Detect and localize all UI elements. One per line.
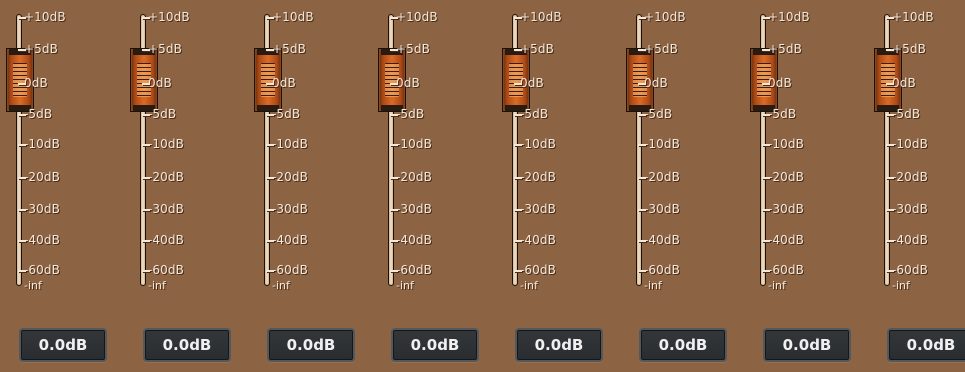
scale-label-minus30: -30dB: [514, 202, 556, 216]
mixer-channel-1: +10dB +5dB 0dB -5dB -10dB -20dB -30dB -4…: [0, 0, 124, 372]
scale-label-minus20: -20dB: [390, 170, 432, 184]
channel-value-display[interactable]: 0.0dB: [763, 328, 851, 362]
scale-label-minus-inf: -inf: [644, 279, 662, 292]
scale-label-minus10: -10dB: [390, 137, 432, 151]
mixer-channel-4: +10dB +5dB 0dB -5dB -10dB -20dB -30dB -4…: [372, 0, 496, 372]
scale-label-minus60: -60dB: [514, 263, 556, 277]
scale-label-0: 0dB: [18, 76, 48, 90]
scale-label-plus5: +5dB: [142, 42, 182, 56]
channel-value-display[interactable]: 0.0dB: [887, 328, 965, 362]
scale-label-plus10: +10dB: [390, 10, 438, 24]
scale-label-plus5: +5dB: [514, 42, 554, 56]
scale-label-minus40: -40dB: [18, 233, 60, 247]
scale-label-minus30: -30dB: [142, 202, 184, 216]
scale-label-minus-inf: -inf: [148, 279, 166, 292]
scale-label-minus20: -20dB: [886, 170, 928, 184]
scale-label-minus10: -10dB: [18, 137, 60, 151]
channel-value-display[interactable]: 0.0dB: [19, 328, 107, 362]
scale-label-0: 0dB: [514, 76, 544, 90]
scale-label-minus5: -5dB: [141, 107, 177, 121]
scale-label-plus10: +10dB: [886, 10, 934, 24]
channel-value-display[interactable]: 0.0dB: [515, 328, 603, 362]
scale-label-minus5: -5dB: [389, 107, 425, 121]
scale-label-minus5: -5dB: [513, 107, 549, 121]
scale-label-plus10: +10dB: [514, 10, 562, 24]
scale-label-minus40: -40dB: [514, 233, 556, 247]
scale-label-minus60: -60dB: [266, 263, 308, 277]
scale-label-plus5: +5dB: [18, 42, 58, 56]
mixer-channel-2: +10dB +5dB 0dB -5dB -10dB -20dB -30dB -4…: [124, 0, 248, 372]
scale-label-minus-inf: -inf: [892, 279, 910, 292]
scale-label-minus-inf: -inf: [768, 279, 786, 292]
scale-label-minus10: -10dB: [886, 137, 928, 151]
scale-label-plus5: +5dB: [390, 42, 430, 56]
scale-label-minus20: -20dB: [514, 170, 556, 184]
scale-label-0: 0dB: [142, 76, 172, 90]
scale-label-minus60: -60dB: [638, 263, 680, 277]
channel-value-display[interactable]: 0.0dB: [267, 328, 355, 362]
scale-label-plus10: +10dB: [638, 10, 686, 24]
mixer-channel-8: +10dB +5dB 0dB -5dB -10dB -20dB -30dB -4…: [868, 0, 965, 372]
scale-label-minus-inf: -inf: [520, 279, 538, 292]
scale-label-minus20: -20dB: [762, 170, 804, 184]
scale-label-minus40: -40dB: [638, 233, 680, 247]
scale-label-minus40: -40dB: [266, 233, 308, 247]
scale-label-minus10: -10dB: [762, 137, 804, 151]
scale-label-minus10: -10dB: [638, 137, 680, 151]
scale-label-minus-inf: -inf: [24, 279, 42, 292]
scale-label-plus10: +10dB: [142, 10, 190, 24]
scale-label-minus10: -10dB: [142, 137, 184, 151]
scale-label-minus20: -20dB: [18, 170, 60, 184]
scale-label-plus10: +10dB: [762, 10, 810, 24]
scale-label-plus5: +5dB: [762, 42, 802, 56]
scale-label-minus5: -5dB: [17, 107, 53, 121]
scale-label-minus10: -10dB: [514, 137, 556, 151]
mixer-channel-5: +10dB +5dB 0dB -5dB -10dB -20dB -30dB -4…: [496, 0, 620, 372]
scale-label-minus60: -60dB: [18, 263, 60, 277]
scale-label-plus10: +10dB: [18, 10, 66, 24]
scale-label-minus30: -30dB: [390, 202, 432, 216]
scale-label-0: 0dB: [762, 76, 792, 90]
scale-label-minus5: -5dB: [637, 107, 673, 121]
scale-label-minus5: -5dB: [885, 107, 921, 121]
scale-label-minus5: -5dB: [265, 107, 301, 121]
mixer-channel-7: +10dB +5dB 0dB -5dB -10dB -20dB -30dB -4…: [744, 0, 868, 372]
scale-label-minus20: -20dB: [266, 170, 308, 184]
scale-label-plus5: +5dB: [638, 42, 678, 56]
scale-label-minus60: -60dB: [762, 263, 804, 277]
scale-label-minus40: -40dB: [762, 233, 804, 247]
scale-label-0: 0dB: [390, 76, 420, 90]
scale-label-minus40: -40dB: [886, 233, 928, 247]
scale-label-minus40: -40dB: [390, 233, 432, 247]
scale-label-minus30: -30dB: [886, 202, 928, 216]
channel-value-display[interactable]: 0.0dB: [391, 328, 479, 362]
scale-label-minus5: -5dB: [761, 107, 797, 121]
scale-label-plus10: +10dB: [266, 10, 314, 24]
scale-label-minus20: -20dB: [142, 170, 184, 184]
scale-label-minus10: -10dB: [266, 137, 308, 151]
mixer-channel-3: +10dB +5dB 0dB -5dB -10dB -20dB -30dB -4…: [248, 0, 372, 372]
scale-label-minus30: -30dB: [638, 202, 680, 216]
channel-value-display[interactable]: 0.0dB: [143, 328, 231, 362]
scale-label-minus30: -30dB: [762, 202, 804, 216]
scale-label-minus60: -60dB: [142, 263, 184, 277]
scale-label-minus40: -40dB: [142, 233, 184, 247]
mixer-channel-6: +10dB +5dB 0dB -5dB -10dB -20dB -30dB -4…: [620, 0, 744, 372]
scale-label-minus60: -60dB: [390, 263, 432, 277]
scale-label-minus30: -30dB: [266, 202, 308, 216]
scale-label-minus-inf: -inf: [272, 279, 290, 292]
scale-label-minus20: -20dB: [638, 170, 680, 184]
scale-label-minus-inf: -inf: [396, 279, 414, 292]
scale-label-plus5: +5dB: [266, 42, 306, 56]
scale-label-minus60: -60dB: [886, 263, 928, 277]
channel-value-display[interactable]: 0.0dB: [639, 328, 727, 362]
mixer-panel: +10dB +5dB 0dB -5dB -10dB -20dB -30dB -4…: [0, 0, 965, 372]
scale-label-0: 0dB: [638, 76, 668, 90]
scale-label-0: 0dB: [266, 76, 296, 90]
scale-label-0: 0dB: [886, 76, 916, 90]
scale-label-minus30: -30dB: [18, 202, 60, 216]
scale-label-plus5: +5dB: [886, 42, 926, 56]
